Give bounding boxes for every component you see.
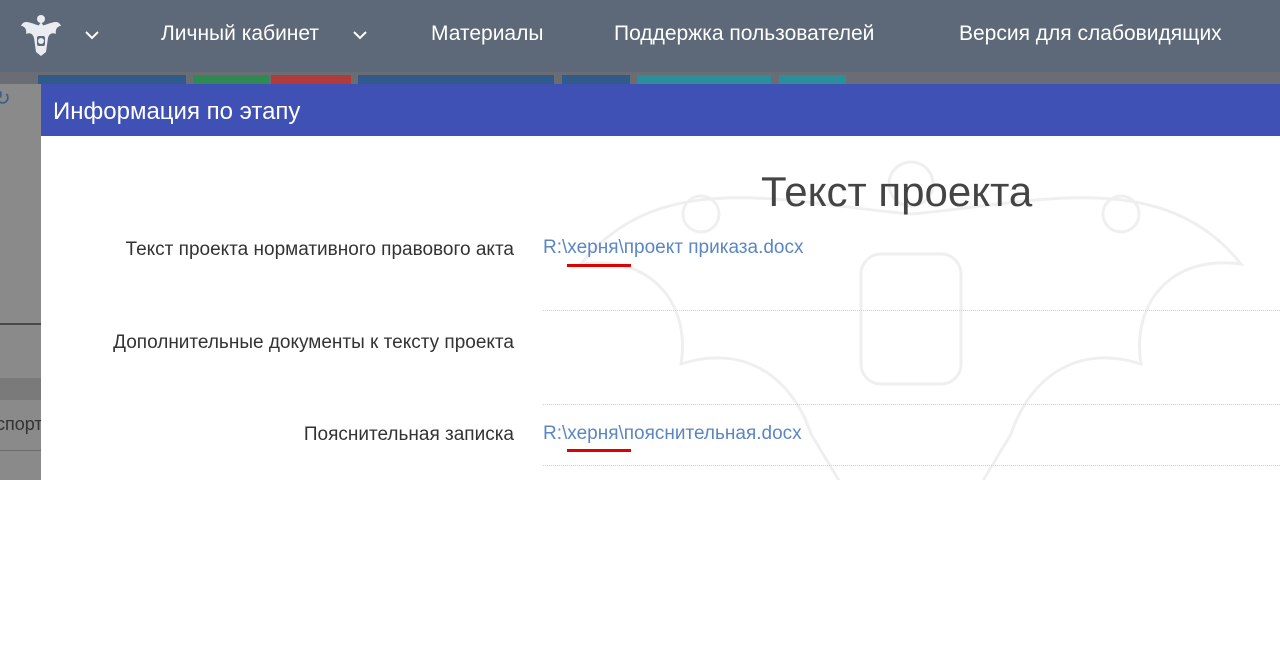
background-tab [271, 75, 351, 84]
field-label-npa-text: Текст проекта нормативного правового акт… [125, 239, 514, 260]
refresh-icon: ↻ [0, 88, 11, 110]
field-divider [543, 465, 1280, 466]
background-tab [562, 75, 630, 84]
nav-item-personal-account[interactable]: Личный кабинет [161, 22, 319, 46]
background-divider [0, 450, 41, 451]
annotation-underline [567, 449, 631, 452]
modal-header: Информация по этапу [41, 84, 1280, 136]
background-tab [38, 75, 186, 84]
top-navigation: Личный кабинет Материалы Поддержка польз… [0, 0, 1280, 72]
background-tab [358, 75, 554, 84]
russian-coat-of-arms-icon[interactable] [18, 12, 64, 58]
field-label-explanatory-note: Пояснительная записка [303, 424, 514, 445]
field-label-additional-docs: Дополнительные документы к тексту проект… [113, 332, 514, 353]
stage-info-modal: Информация по этапу Текст проекта Текст … [41, 84, 1280, 480]
background-tab [637, 75, 771, 84]
modal-title: Информация по этапу [53, 98, 301, 125]
field-link-explanatory-note[interactable]: R:\херня\пояснительная.docx [543, 423, 802, 445]
field-link-npa-text[interactable]: R:\херня\проект приказа.docx [543, 237, 804, 259]
chevron-down-icon[interactable] [353, 30, 367, 40]
background-export-label: спорт [0, 414, 43, 434]
nav-item-materials[interactable]: Материалы [431, 22, 543, 46]
annotation-underline [567, 264, 631, 267]
background-divider [0, 323, 41, 325]
chevron-down-icon[interactable] [85, 30, 99, 40]
field-divider [543, 404, 1280, 405]
nav-item-user-support[interactable]: Поддержка пользователей [614, 22, 874, 46]
background-table-header [0, 378, 41, 400]
section-title: Текст проекта [761, 168, 1033, 215]
screenshot-area: Личный кабинет Материалы Поддержка польз… [0, 0, 1280, 480]
background-tab [779, 75, 846, 84]
background-tab [193, 75, 269, 84]
field-divider [543, 310, 1280, 311]
nav-item-accessibility-version[interactable]: Версия для слабовидящих [959, 22, 1222, 46]
